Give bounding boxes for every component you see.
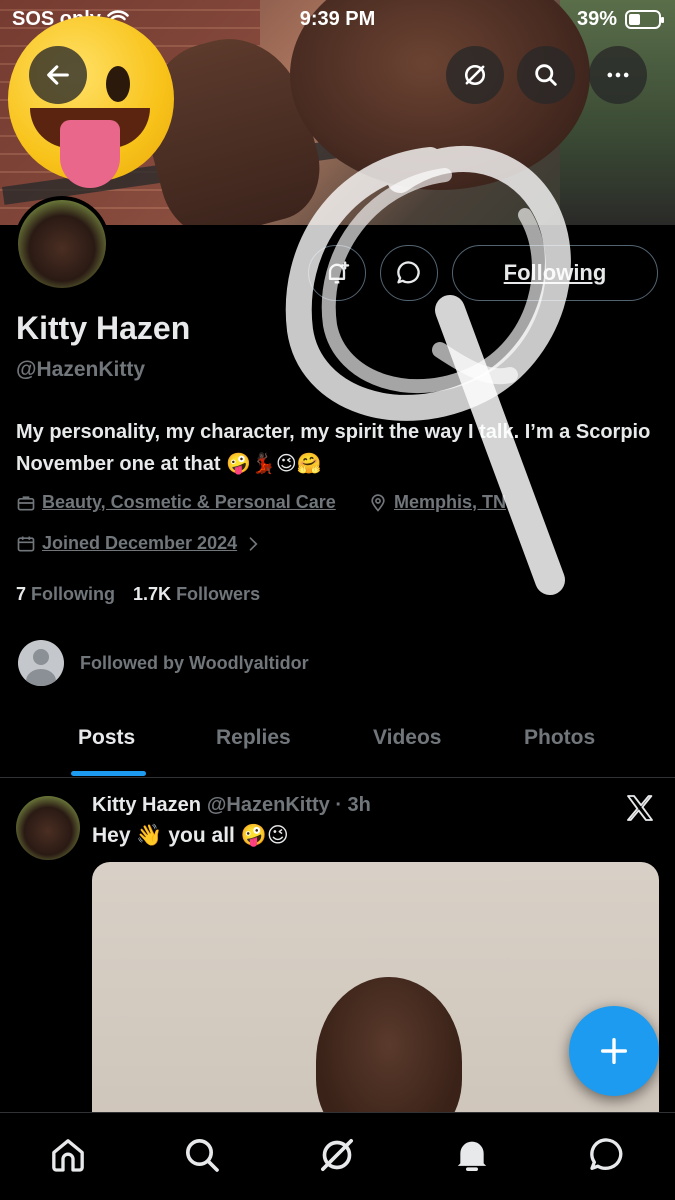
- briefcase-icon: [17, 495, 35, 510]
- follow-counts: 7 Following 1.7K Followers: [16, 584, 260, 605]
- followers-count-link[interactable]: 1.7K Followers: [133, 584, 260, 605]
- followed-by-text: Followed by Woodlyaltidor: [80, 652, 309, 673]
- followers-label: Followers: [176, 584, 261, 604]
- bell-plus-icon: [328, 261, 350, 284]
- location-pin-icon: [371, 493, 385, 512]
- battery-percent: 39%: [576, 7, 617, 30]
- profile-name: Kitty Hazen: [16, 310, 191, 346]
- notify-button[interactable]: [308, 245, 366, 301]
- post-video[interactable]: [92, 862, 659, 1122]
- profile-tabs: Posts Replies Videos Photos: [0, 718, 675, 778]
- notifications-icon: [457, 1141, 487, 1171]
- emoji-eye: [106, 66, 130, 102]
- x-logo-icon: [627, 795, 653, 821]
- search-icon: [186, 1139, 219, 1172]
- status-bar-right: 39%: [576, 6, 664, 32]
- grok-icon: [321, 1139, 353, 1171]
- profile-location[interactable]: Memphis, TN: [368, 492, 506, 513]
- following-button-label: Following: [503, 260, 607, 285]
- calendar-icon: [17, 536, 35, 551]
- profile-joined[interactable]: Joined December 2024: [16, 533, 263, 554]
- battery-icon: [625, 9, 664, 29]
- nav-notifications[interactable]: [450, 1133, 494, 1177]
- followed-by[interactable]: Followed by Woodlyaltidor: [18, 640, 309, 686]
- post-header: Kitty Hazen @HazenKitty · 3h: [92, 794, 371, 817]
- bottom-navigation: [0, 1112, 675, 1200]
- more-button[interactable]: [589, 46, 647, 104]
- grok-button[interactable]: [446, 46, 504, 104]
- more-horizontal-icon: [607, 72, 629, 78]
- nav-search[interactable]: [180, 1133, 224, 1177]
- joined-date[interactable]: Joined December 2024: [42, 533, 237, 554]
- search-icon: [535, 64, 557, 86]
- profile-handle: @HazenKitty: [16, 358, 145, 381]
- following-button[interactable]: Following: [452, 245, 658, 301]
- slash-circle-icon: [464, 64, 486, 86]
- chat-bubble-icon: [397, 261, 420, 284]
- following-label: Following: [31, 584, 116, 604]
- tab-photos[interactable]: Photos: [524, 726, 595, 750]
- emoji-tongue: [60, 120, 120, 188]
- video-subject: [316, 977, 462, 1122]
- arrow-left-icon: [47, 65, 69, 85]
- plus-icon: [600, 1037, 628, 1065]
- nav-home[interactable]: [46, 1133, 90, 1177]
- tab-posts[interactable]: Posts: [78, 726, 135, 750]
- message-button[interactable]: [380, 245, 438, 301]
- post-text: Hey 👋 you all 🤪😉: [92, 824, 289, 847]
- followers-count: 1.7K: [133, 584, 172, 604]
- home-icon: [52, 1139, 84, 1172]
- profile-category[interactable]: Beauty, Cosmetic & Personal Care: [16, 492, 336, 513]
- nav-grok[interactable]: [315, 1133, 359, 1177]
- post-handle-time: @HazenKitty · 3h: [206, 794, 371, 816]
- search-button[interactable]: [517, 46, 575, 104]
- compose-button[interactable]: [569, 1006, 659, 1096]
- tab-videos[interactable]: Videos: [373, 726, 441, 750]
- clock: 9:39 PM: [299, 7, 376, 30]
- follower-avatar: [18, 640, 64, 686]
- post-author-name[interactable]: Kitty Hazen: [92, 794, 201, 817]
- following-count-link[interactable]: 7 Following: [16, 584, 115, 605]
- zany-face-emoji: [8, 16, 174, 188]
- category-link[interactable]: Beauty, Cosmetic & Personal Care: [42, 492, 336, 513]
- back-button[interactable]: [29, 46, 87, 104]
- post-avatar[interactable]: [16, 796, 80, 860]
- tab-replies[interactable]: Replies: [216, 726, 291, 750]
- chevron-right-icon: [249, 536, 258, 551]
- following-count: 7: [16, 584, 27, 604]
- messages-icon: [590, 1138, 623, 1170]
- profile-avatar[interactable]: [14, 196, 110, 292]
- active-tab-indicator: [71, 771, 146, 776]
- profile-bio: My personality, my character, my spirit …: [16, 421, 651, 475]
- location-link[interactable]: Memphis, TN: [394, 492, 506, 513]
- nav-messages[interactable]: [585, 1133, 629, 1177]
